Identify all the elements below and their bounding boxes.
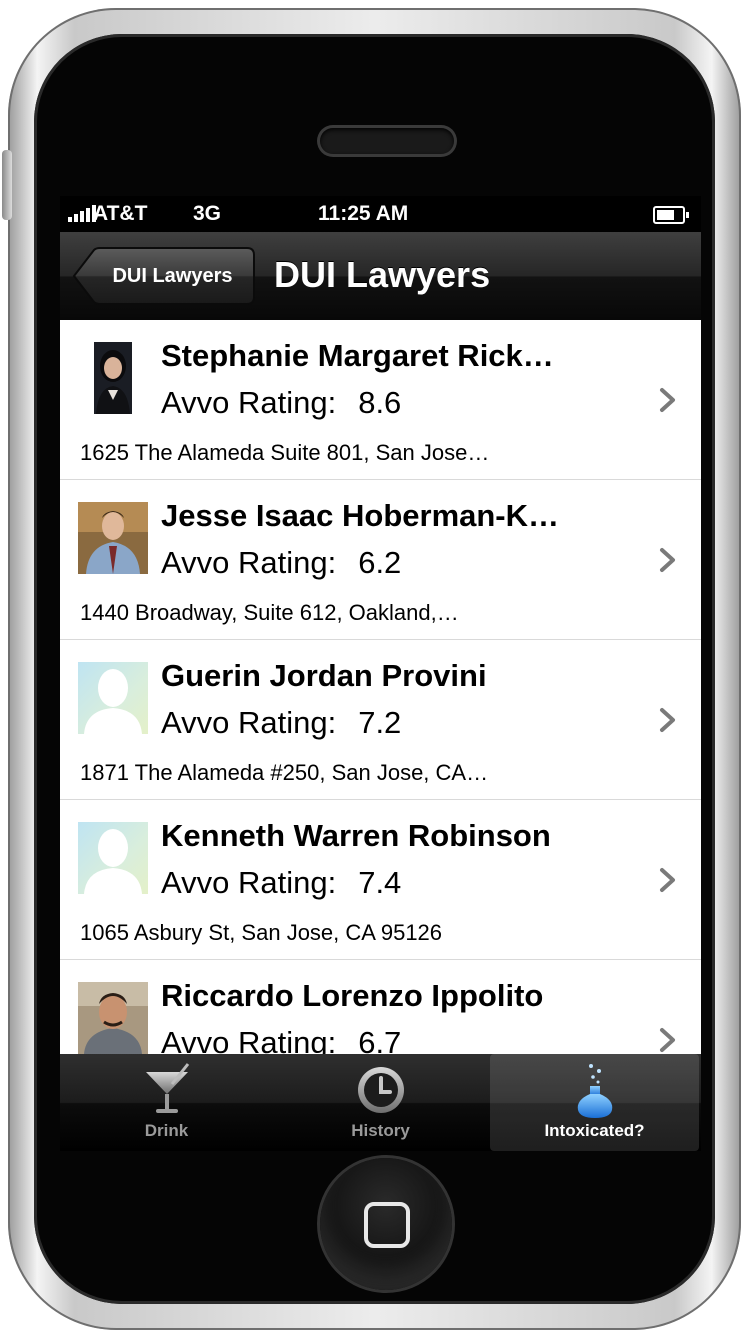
lawyer-row[interactable]: Kenneth Warren Robinson Avvo Rating: 7.4 … xyxy=(60,800,701,960)
lawyer-photo xyxy=(78,342,148,414)
phone-screen: AT&T 3G 11:25 AM DUI Lawyers DUI Lawyers xyxy=(60,196,701,1151)
chevron-right-icon xyxy=(660,868,675,892)
lawyer-rating: Avvo Rating: 8.6 xyxy=(161,385,401,421)
lawyer-photo xyxy=(78,502,148,574)
clock-icon xyxy=(357,1067,404,1113)
bubbling-flask-icon xyxy=(577,1064,612,1118)
battery-icon xyxy=(653,206,689,224)
tab-history[interactable]: History xyxy=(274,1054,487,1151)
lawyer-name: Kenneth Warren Robinson xyxy=(161,818,551,853)
rating-value: 8.6 xyxy=(358,385,402,420)
lawyer-rating: Avvo Rating: 7.4 xyxy=(161,865,401,901)
chevron-right-icon xyxy=(660,388,675,412)
lawyer-name: Jesse Isaac Hoberman-K… xyxy=(161,498,560,533)
tab-bar: Drink History Intoxicated? xyxy=(60,1054,701,1151)
tab-intoxicated[interactable]: Intoxicated? xyxy=(490,1054,699,1151)
page-title: DUI Lawyers xyxy=(274,254,491,295)
rating-value: 7.4 xyxy=(358,865,402,900)
signal-strength-icon xyxy=(68,204,96,222)
carrier-label: AT&T xyxy=(93,202,148,225)
lawyer-photo xyxy=(78,982,148,1054)
home-square-icon xyxy=(364,1202,410,1248)
status-bar: AT&T 3G 11:25 AM xyxy=(60,196,701,232)
lawyer-rating: Avvo Rating: 6.2 xyxy=(161,545,401,581)
lawyer-list: Stephanie Margaret Rick… Avvo Rating: 8.6… xyxy=(60,320,701,1120)
tab-label: Intoxicated? xyxy=(544,1121,645,1140)
lawyer-row[interactable]: Guerin Jordan Provini Avvo Rating: 7.2 18… xyxy=(60,640,701,800)
status-time: 11:25 AM xyxy=(318,202,409,225)
lawyer-address: 1625 The Alameda Suite 801, San Jose… xyxy=(80,440,490,465)
lawyer-address: 1065 Asbury St, San Jose, CA 95126 xyxy=(80,920,443,945)
earpiece-speaker xyxy=(320,128,454,154)
back-button[interactable]: DUI Lawyers xyxy=(72,247,255,305)
placeholder-avatar-icon xyxy=(78,662,148,734)
rating-value: 6.2 xyxy=(358,545,402,580)
placeholder-avatar-icon xyxy=(78,822,148,894)
lawyer-name: Guerin Jordan Provini xyxy=(161,658,487,693)
chevron-right-icon xyxy=(660,548,675,572)
back-button-label: DUI Lawyers xyxy=(112,264,233,287)
tab-label: Drink xyxy=(144,1121,189,1140)
martini-icon xyxy=(145,1063,189,1113)
lawyer-address: 1440 Broadway, Suite 612, Oakland,… xyxy=(80,600,459,625)
rating-label: Avvo Rating: xyxy=(161,865,337,900)
chevron-right-icon xyxy=(660,708,675,732)
rating-value: 7.2 xyxy=(358,705,402,740)
tab-label: History xyxy=(351,1121,410,1140)
navigation-bar: DUI Lawyers DUI Lawyers xyxy=(60,232,701,321)
lawyer-row[interactable]: Jesse Isaac Hoberman-K… Avvo Rating: 6.2 … xyxy=(60,480,701,640)
tab-drink[interactable]: Drink xyxy=(60,1054,273,1151)
lawyer-name: Riccardo Lorenzo Ippolito xyxy=(161,978,544,1013)
lawyer-row[interactable]: Stephanie Margaret Rick… Avvo Rating: 8.6… xyxy=(60,320,701,480)
rating-label: Avvo Rating: xyxy=(161,385,337,420)
lawyer-name: Stephanie Margaret Rick… xyxy=(161,338,554,373)
chevron-right-icon xyxy=(660,1028,675,1052)
rating-label: Avvo Rating: xyxy=(161,705,337,740)
volume-button xyxy=(2,150,12,220)
lawyer-address: 1871 The Alameda #250, San Jose, CA… xyxy=(80,760,489,785)
lawyer-rating: Avvo Rating: 7.2 xyxy=(161,705,401,741)
network-type-label: 3G xyxy=(193,202,222,225)
rating-label: Avvo Rating: xyxy=(161,545,337,580)
home-button[interactable] xyxy=(320,1158,452,1290)
